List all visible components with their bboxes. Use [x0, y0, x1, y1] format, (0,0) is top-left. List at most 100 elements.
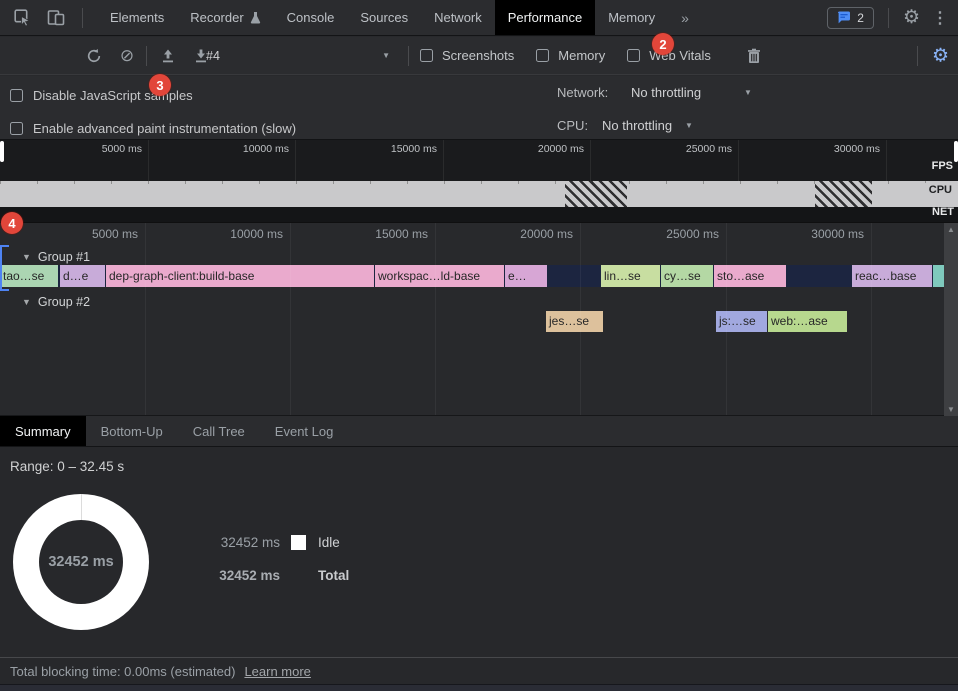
overview-left-grip[interactable]: [0, 141, 4, 162]
overview-cpu-band: [0, 181, 958, 207]
cpu-throttle-arrow-icon[interactable]: ▼: [685, 121, 693, 130]
tab-memory[interactable]: Memory: [595, 0, 668, 35]
tab-performance[interactable]: Performance: [495, 0, 595, 35]
tab-label: Recorder: [190, 10, 243, 25]
group1-track: tao…sed…edep-graph-client:build-basework…: [0, 265, 944, 287]
flame-gridline: [145, 223, 146, 415]
flame-event-bar[interactable]: cy…se: [661, 265, 713, 287]
tab-label: Call Tree: [193, 424, 245, 439]
learn-more-link[interactable]: Learn more: [244, 664, 310, 679]
history-dropdown[interactable]: #4 ▼: [206, 37, 402, 74]
more-tabs-chevron[interactable]: »: [668, 0, 702, 35]
flame-event-bar[interactable]: web:…ase: [768, 311, 847, 332]
tab-recorder[interactable]: Recorder: [177, 0, 273, 35]
capture-settings-gear-icon[interactable]: ⚙: [932, 44, 949, 67]
summary-pane: Range: 0 – 32.45 s 32452 ms 32452 msIdle…: [0, 447, 958, 657]
flame-event-bar[interactable]: reac…base: [852, 265, 932, 287]
flame-event-bar[interactable]: lin…se: [601, 265, 660, 287]
inspect-element-icon[interactable]: [12, 8, 32, 28]
delete-recording-icon[interactable]: [748, 49, 761, 64]
flame-gridline: [726, 223, 727, 415]
flame-event-bar[interactable]: sto…ase: [714, 265, 786, 287]
flame-gridline: [290, 223, 291, 415]
legend-row: 32452 ms Idle: [185, 535, 340, 550]
device-toolbar-icon[interactable]: [46, 8, 66, 28]
flame-event-bar[interactable]: jes…se: [546, 311, 603, 332]
advanced-paint-checkbox[interactable]: [10, 122, 23, 135]
tab-label: Network: [434, 10, 482, 25]
flame-tick-label: 30000 ms: [754, 227, 864, 241]
step-badge-4: 4: [1, 212, 23, 234]
flame-event-bar[interactable]: js:…se: [716, 311, 767, 332]
tab-console[interactable]: Console: [274, 0, 348, 35]
flame-event-bar[interactable]: d…e: [60, 265, 105, 287]
details-tab-event-log[interactable]: Event Log: [260, 416, 349, 446]
fps-lane-label: FPS: [932, 160, 953, 172]
legend-swatch: [291, 535, 306, 550]
cpu-busy-region: [815, 181, 872, 207]
tab-elements[interactable]: Elements: [97, 0, 177, 35]
flame-event-bar[interactable]: dep-graph-client:build-base: [106, 265, 374, 287]
advanced-paint-label: Enable advanced paint instrumentation (s…: [33, 121, 296, 136]
cpu-throttle-value[interactable]: No throttling: [602, 118, 672, 133]
flame-tick-label: 10000 ms: [173, 227, 283, 241]
legend-row: 32452 ms Total: [185, 568, 349, 583]
group1-header[interactable]: ▼ Group #1: [22, 248, 90, 266]
screenshots-toggle[interactable]: Screenshots: [420, 48, 514, 63]
issues-counter-button[interactable]: 2: [827, 7, 874, 29]
tab-label: Event Log: [275, 424, 334, 439]
chevron-down-icon: ▼: [382, 51, 390, 60]
flame-tick-label: 5000 ms: [28, 227, 138, 241]
overview-tick-label: 5000 ms: [42, 143, 142, 155]
disable-js-samples-checkbox[interactable]: [10, 89, 23, 102]
flame-gridline: [580, 223, 581, 415]
legend-label: Total: [318, 568, 349, 583]
flame-chart[interactable]: ▼ Group #1 tao…sed…edep-graph-client:bui…: [0, 222, 958, 415]
legend-value: 32452 ms: [185, 535, 280, 550]
flame-scrollbar[interactable]: ▲ ▼: [944, 223, 958, 416]
flame-event-bar[interactable]: [933, 265, 944, 287]
network-throttle-value[interactable]: No throttling: [631, 85, 701, 100]
memory-checkbox[interactable]: [536, 49, 549, 62]
divider: [917, 46, 918, 66]
collapse-arrow-icon: ▼: [22, 252, 31, 262]
flame-tick-label: 15000 ms: [318, 227, 428, 241]
overview-tick-label: 25000 ms: [632, 143, 732, 155]
network-throttle-arrow-icon[interactable]: ▼: [744, 88, 752, 97]
scroll-up-icon[interactable]: ▲: [947, 225, 955, 234]
history-selected: #4: [206, 49, 220, 63]
tab-label: Sources: [360, 10, 408, 25]
web-vitals-checkbox[interactable]: [627, 49, 640, 62]
overview-tick-label: 15000 ms: [337, 143, 437, 155]
flame-tick-label: 25000 ms: [609, 227, 719, 241]
donut-total-label: 32452 ms: [48, 554, 113, 570]
footer-bar: Total blocking time: 0.00ms (estimated) …: [0, 657, 958, 684]
divider: [408, 46, 409, 66]
load-profile-button[interactable]: [160, 49, 176, 64]
panel-tabs: Elements Recorder Console Sources Network Per…: [97, 0, 702, 35]
reload-and-record-button[interactable]: [87, 49, 102, 64]
more-options-icon[interactable]: ⋮: [932, 8, 948, 28]
group1-label: Group #1: [38, 250, 90, 264]
details-tab-summary[interactable]: Summary: [0, 416, 86, 446]
details-tab-call-tree[interactable]: Call Tree: [178, 416, 260, 446]
memory-toggle[interactable]: Memory: [536, 48, 605, 63]
legend-value: 32452 ms: [185, 568, 280, 583]
tab-label: Summary: [15, 424, 71, 439]
settings-gear-icon[interactable]: ⚙: [903, 8, 920, 27]
legend-label: Idle: [318, 535, 340, 550]
flame-event-bar[interactable]: workspac…ld-base: [375, 265, 504, 287]
scroll-down-icon[interactable]: ▼: [947, 405, 955, 414]
group2-label: Group #2: [38, 295, 90, 309]
group2-header[interactable]: ▼ Group #2: [22, 293, 90, 311]
tab-sources[interactable]: Sources: [347, 0, 421, 35]
timeline-overview[interactable]: FPS CPU NET 5000 ms10000 ms15000 ms20000…: [0, 140, 958, 222]
tab-network[interactable]: Network: [421, 0, 495, 35]
summary-donut-chart: 32452 ms: [13, 494, 149, 630]
overview-tick-label: 10000 ms: [189, 143, 289, 155]
screenshots-checkbox[interactable]: [420, 49, 433, 62]
flame-event-bar[interactable]: e…: [505, 265, 547, 287]
overview-right-grip[interactable]: [954, 141, 958, 162]
details-tab-bottom-up[interactable]: Bottom-Up: [86, 416, 178, 446]
clear-button[interactable]: ⊘: [120, 46, 134, 66]
